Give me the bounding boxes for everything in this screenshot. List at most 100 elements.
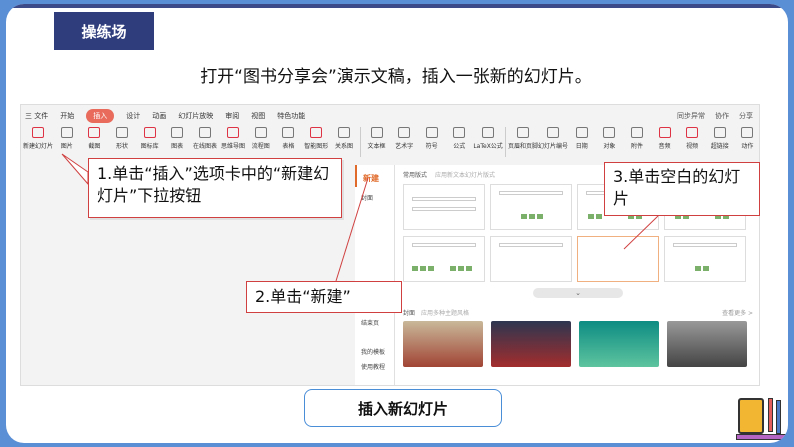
view-more-link[interactable]: 查看更多 > [722,308,753,317]
section-subtitle: 应用新文本幻灯片版式 [434,172,495,179]
ribbon-divider [505,127,506,157]
latex-icon [482,127,495,138]
cover-template[interactable] [403,321,483,367]
latex-button[interactable]: LaTeX公式 [473,127,503,150]
stationery-illustration [736,396,788,440]
icon-library-icon [143,127,156,138]
callout-step-1: 1.单击“插入”选项卡中的“新建幻灯片”下拉按钮 [88,158,342,218]
tab-animation[interactable]: 动画 [152,111,166,121]
video-button[interactable]: 视频 [680,127,704,150]
wordart-button[interactable]: 艺术字 [392,127,416,150]
video-icon [686,127,699,138]
picture-icon [60,127,73,138]
layout-thumb-picture[interactable] [664,236,746,282]
screenshot-icon [88,127,101,138]
cover-title: 封面 [403,310,416,317]
hyperlink-button[interactable]: 超链接 [708,127,732,150]
placeholder-line [499,243,563,247]
header-footer-button[interactable]: 页眉和页脚 [508,127,538,150]
table-button[interactable]: 表格 [277,127,301,150]
mindmap-button[interactable]: 思维导图 [221,127,245,150]
panel-item-tutorial[interactable]: 使用教程 [355,356,394,371]
top-stripe [6,4,788,8]
cover-template[interactable] [579,321,659,367]
ruler-icon [736,434,788,440]
expand-more-button[interactable]: ⌄ [533,288,623,298]
chart-placeholder [521,214,543,219]
new-slide-button[interactable]: 新建幻灯片 [23,127,53,150]
menu-bar: 三 文件 开始 插入 设计 动画 幻灯片放映 审阅 视图 特色功能 同步异常 协… [21,105,759,127]
tab-start[interactable]: 开始 [60,111,74,121]
tab-slideshow[interactable]: 幻灯片放映 [178,111,213,121]
share-button[interactable]: 分享 [739,111,753,121]
cover-section-header: 封面 应用多种主题风格 查看更多 > [395,298,759,321]
placeholder-line [673,243,737,247]
layout-thumb-content[interactable] [490,184,572,230]
layout-thumb-section[interactable] [403,236,485,282]
tab-design[interactable]: 设计 [126,111,140,121]
textbox-button[interactable]: 文本框 [365,127,389,150]
audio-button[interactable]: 音频 [653,127,677,150]
cover-template[interactable] [667,321,747,367]
online-chart-button[interactable]: 在线图表 [193,127,217,150]
slide: 操练场 打开“图书分享会”演示文稿，插入一张新的幻灯片。 三 文件 开始 插入 … [6,4,788,443]
new-tab[interactable]: 新建 [355,165,394,187]
shape-icon [115,127,128,138]
tab-review[interactable]: 审阅 [225,111,239,121]
section-badge: 操练场 [54,12,154,50]
panel-item-ending[interactable]: 结束页 [355,312,394,327]
instruction-text: 打开“图书分享会”演示文稿，插入一张新的幻灯片。 [200,67,592,87]
online-chart-icon [198,127,211,138]
slide-number-button[interactable]: 幻灯片编号 [538,127,568,150]
formula-button[interactable]: 公式 [447,127,471,150]
play-icon [741,127,754,138]
caption-button: 插入新幻灯片 [304,389,502,427]
symbol-icon [425,127,438,138]
tab-insert[interactable]: 插入 [86,109,115,123]
picture-button[interactable]: 图片 [55,127,79,150]
layout-thumb-title-only[interactable] [490,236,572,282]
placeholder-line [499,191,563,195]
wordart-icon [398,127,411,138]
book-icon [738,398,764,434]
flowchart-button[interactable]: 流程图 [249,127,273,150]
pencil-icon [768,398,773,432]
object-icon [603,127,616,138]
chart-placeholder [588,214,602,219]
flowchart-icon [254,127,267,138]
action-button[interactable]: 动作 [736,127,759,150]
screenshot-button[interactable]: 截图 [83,127,107,150]
symbol-button[interactable]: 符号 [420,127,444,150]
attachment-button[interactable]: 附件 [625,127,649,150]
collab-button[interactable]: 协作 [715,111,729,121]
ribbon-divider [359,127,361,157]
chart-icon [171,127,184,138]
chart-button[interactable]: 图表 [165,127,189,150]
smart-art-button[interactable]: 智能图形 [304,127,328,150]
pi-icon [453,127,466,138]
shape-button[interactable]: 形状 [110,127,134,150]
cover-subtitle: 应用多种主题风格 [421,310,470,317]
mindmap-icon [226,127,239,138]
object-button[interactable]: 对象 [598,127,622,150]
panel-item-my-templates[interactable]: 我的模板 [355,341,394,356]
relation-chart-button[interactable]: 关系图 [332,127,356,150]
tab-features[interactable]: 特色功能 [277,111,305,121]
cover-templates [395,321,759,367]
section-title: 常用版式 [403,172,428,179]
new-slide-left-panel: 新建 封面 结束页 我的模板 使用教程 [355,165,395,385]
layout-thumb-title[interactable] [403,184,485,230]
calendar-icon [575,127,588,138]
layout-thumb-blank[interactable] [577,236,659,282]
slide-number-icon [546,127,559,138]
date-button[interactable]: 日期 [570,127,594,150]
icon-library-button[interactable]: 图标库 [138,127,162,150]
placeholder-line [412,197,476,201]
cover-template[interactable] [491,321,571,367]
file-menu[interactable]: 三 文件 [25,111,48,121]
pen-icon [776,400,781,434]
sync-status[interactable]: 同步异常 [677,111,705,121]
panel-item-cover[interactable]: 封面 [355,187,394,202]
tab-view[interactable]: 视图 [251,111,265,121]
new-slide-icon [32,127,44,138]
